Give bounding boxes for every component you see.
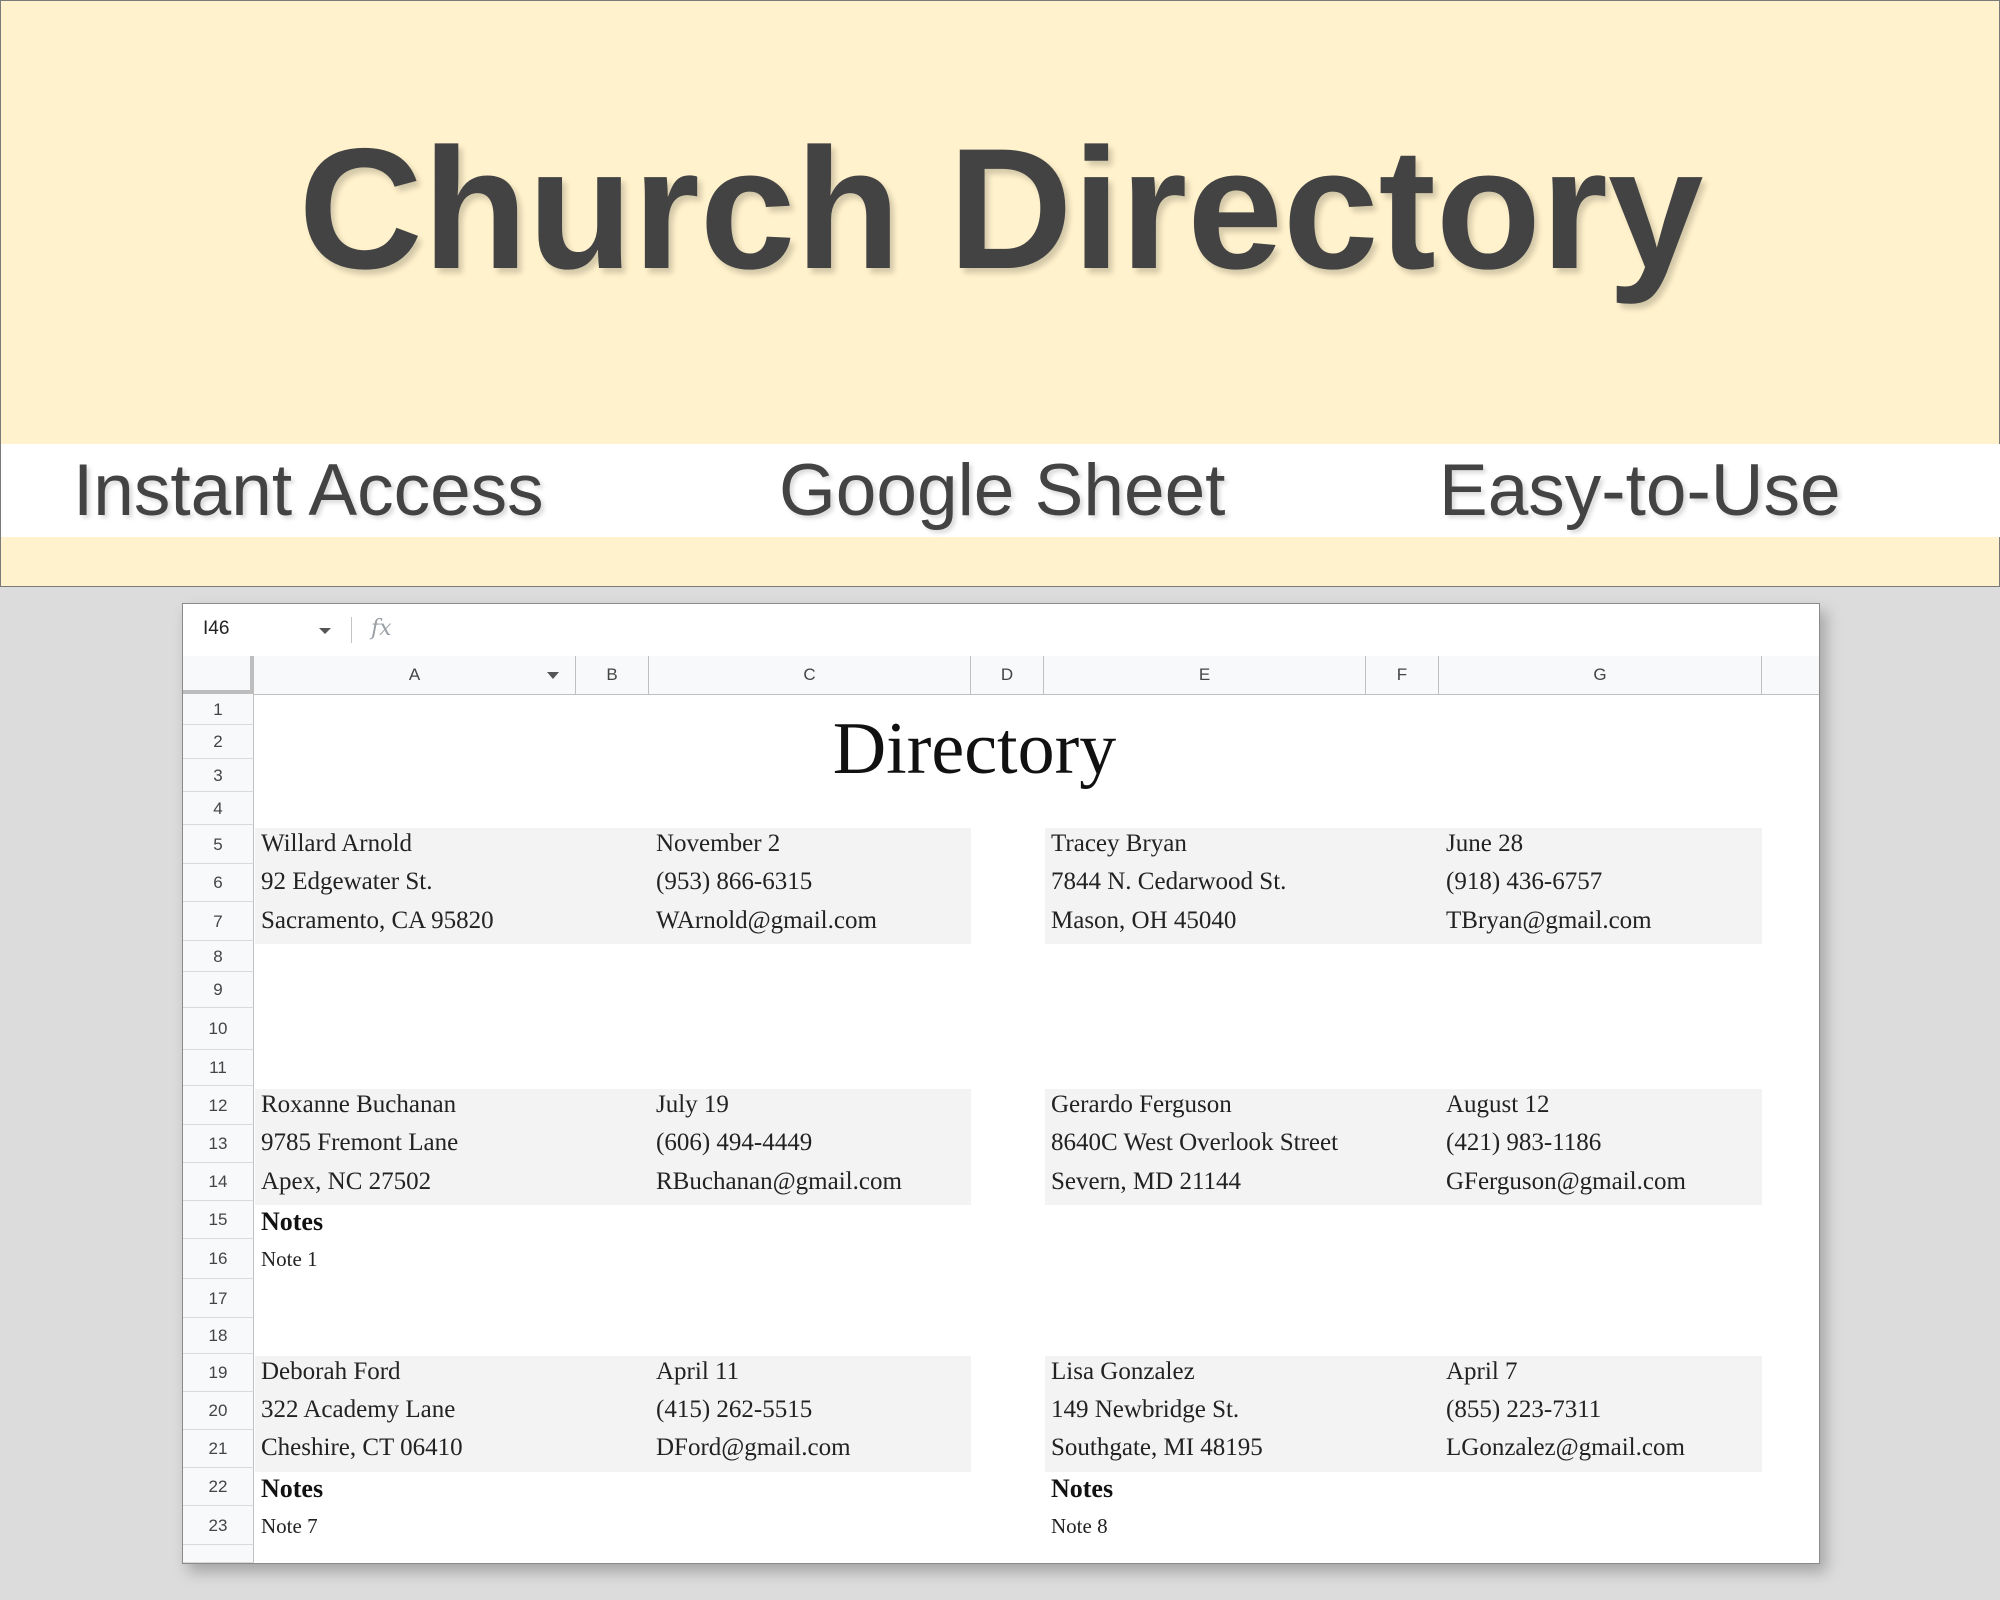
row-header[interactable]: 13	[183, 1125, 254, 1163]
row-header[interactable]: 7	[183, 902, 254, 941]
contact-city[interactable]: Sacramento, CA 95820	[261, 907, 494, 935]
column-label: A	[408, 665, 421, 684]
contact-name[interactable]: Deborah Ford	[261, 1358, 401, 1386]
filter-dropdown-icon[interactable]	[547, 672, 559, 679]
column-header-b[interactable]: B	[576, 656, 649, 694]
contact-name[interactable]: Roxanne Buchanan	[261, 1091, 456, 1119]
column-header-bar: A B C D E F G	[183, 656, 1819, 695]
notes-heading[interactable]: Notes	[261, 1474, 323, 1504]
contact-birthday[interactable]: November 2	[656, 830, 780, 858]
feature-instant-access: Instant Access	[73, 450, 544, 531]
note-text[interactable]: Note 7	[261, 1514, 318, 1539]
row-header[interactable]: 11	[183, 1050, 254, 1086]
row-header[interactable]: 5	[183, 825, 254, 864]
name-box-dropdown-icon[interactable]	[319, 628, 331, 634]
row-header[interactable]	[183, 1545, 254, 1563]
row-header[interactable]: 21	[183, 1430, 254, 1468]
contact-email[interactable]: TBryan@gmail.com	[1446, 907, 1652, 935]
row-header[interactable]: 16	[183, 1239, 254, 1279]
contact-city[interactable]: Apex, NC 27502	[261, 1168, 431, 1196]
contact-birthday[interactable]: August 12	[1446, 1091, 1549, 1119]
fx-icon: fx	[371, 616, 392, 641]
contact-address[interactable]: 7844 N. Cedarwood St.	[1051, 868, 1286, 896]
contact-name[interactable]: Gerardo Ferguson	[1051, 1091, 1232, 1119]
column-header-c[interactable]: C	[649, 656, 971, 694]
contact-address[interactable]: 9785 Fremont Lane	[261, 1129, 458, 1157]
row-header[interactable]: 23	[183, 1506, 254, 1545]
row-header[interactable]: 8	[183, 941, 254, 972]
row-header[interactable]: 15	[183, 1201, 254, 1239]
contact-email[interactable]: WArnold@gmail.com	[656, 907, 877, 935]
contact-birthday[interactable]: April 11	[656, 1358, 739, 1386]
contact-phone[interactable]: (855) 223-7311	[1446, 1396, 1601, 1424]
row-header[interactable]: 6	[183, 864, 254, 902]
note-text[interactable]: Note 1	[261, 1247, 318, 1272]
select-all-corner[interactable]	[183, 656, 254, 694]
contact-phone[interactable]: (918) 436-6757	[1446, 868, 1602, 896]
contact-phone[interactable]: (421) 983-1186	[1446, 1129, 1601, 1157]
contact-name[interactable]: Lisa Gonzalez	[1051, 1358, 1195, 1386]
notes-heading[interactable]: Notes	[261, 1207, 323, 1237]
contact-phone[interactable]: (953) 866-6315	[656, 868, 812, 896]
formula-bar-divider	[351, 617, 352, 643]
column-header-f[interactable]: F	[1366, 656, 1439, 694]
contact-email[interactable]: GFerguson@gmail.com	[1446, 1168, 1686, 1196]
contact-city[interactable]: Severn, MD 21144	[1051, 1168, 1241, 1196]
contact-birthday[interactable]: June 28	[1446, 830, 1523, 858]
row-header[interactable]: 22	[183, 1468, 254, 1506]
row-header[interactable]: 17	[183, 1279, 254, 1318]
contact-email[interactable]: RBuchanan@gmail.com	[656, 1168, 902, 1196]
column-header-a[interactable]: A	[254, 656, 576, 694]
row-header[interactable]: 2	[183, 725, 254, 759]
column-header-d[interactable]: D	[971, 656, 1044, 694]
contact-email[interactable]: DFord@gmail.com	[656, 1434, 851, 1462]
contact-city[interactable]: Southgate, MI 48195	[1051, 1434, 1263, 1462]
directory-title[interactable]: Directory	[255, 694, 1694, 804]
contact-city[interactable]: Mason, OH 45040	[1051, 907, 1236, 935]
banner-title: Church Directory	[298, 113, 1704, 305]
row-header[interactable]: 20	[183, 1392, 254, 1430]
note-text[interactable]: Note 8	[1051, 1514, 1108, 1539]
row-header[interactable]: 14	[183, 1163, 254, 1201]
column-header-g[interactable]: G	[1439, 656, 1762, 694]
contact-city[interactable]: Cheshire, CT 06410	[261, 1434, 463, 1462]
row-header[interactable]: 9	[183, 972, 254, 1008]
column-header-e[interactable]: E	[1044, 656, 1366, 694]
contact-name[interactable]: Tracey Bryan	[1051, 830, 1187, 858]
feature-strip: Instant Access Google Sheet Easy-to-Use	[1, 444, 2000, 537]
contact-address[interactable]: 8640C West Overlook Street	[1051, 1129, 1338, 1157]
row-header[interactable]: 1	[183, 694, 254, 725]
row-header[interactable]: 4	[183, 792, 254, 825]
feature-google-sheet: Google Sheet	[779, 450, 1226, 531]
contact-birthday[interactable]: April 7	[1446, 1358, 1518, 1386]
formula-bar: I46 fx	[183, 604, 1819, 657]
notes-heading[interactable]: Notes	[1051, 1474, 1113, 1504]
contact-phone[interactable]: (606) 494-4449	[656, 1129, 812, 1157]
row-header[interactable]: 10	[183, 1008, 254, 1050]
banner: Church Directory Instant Access Google S…	[0, 0, 2000, 587]
contact-phone[interactable]: (415) 262-5515	[656, 1396, 812, 1424]
spreadsheet: I46 fx A B C D E F G 1 2 3 4 5 6 7 8 9 1…	[182, 603, 1820, 1564]
feature-easy-to-use: Easy-to-Use	[1439, 450, 1841, 531]
contact-address[interactable]: 322 Academy Lane	[261, 1396, 455, 1424]
row-header[interactable]: 18	[183, 1318, 254, 1354]
contact-address[interactable]: 92 Edgewater St.	[261, 868, 432, 896]
row-header[interactable]: 19	[183, 1354, 254, 1392]
contact-birthday[interactable]: July 19	[656, 1091, 729, 1119]
contact-email[interactable]: LGonzalez@gmail.com	[1446, 1434, 1685, 1462]
name-box[interactable]: I46	[203, 618, 229, 640]
row-header[interactable]: 12	[183, 1086, 254, 1125]
contact-address[interactable]: 149 Newbridge St.	[1051, 1396, 1239, 1424]
contact-name[interactable]: Willard Arnold	[261, 830, 412, 858]
row-header[interactable]: 3	[183, 759, 254, 792]
